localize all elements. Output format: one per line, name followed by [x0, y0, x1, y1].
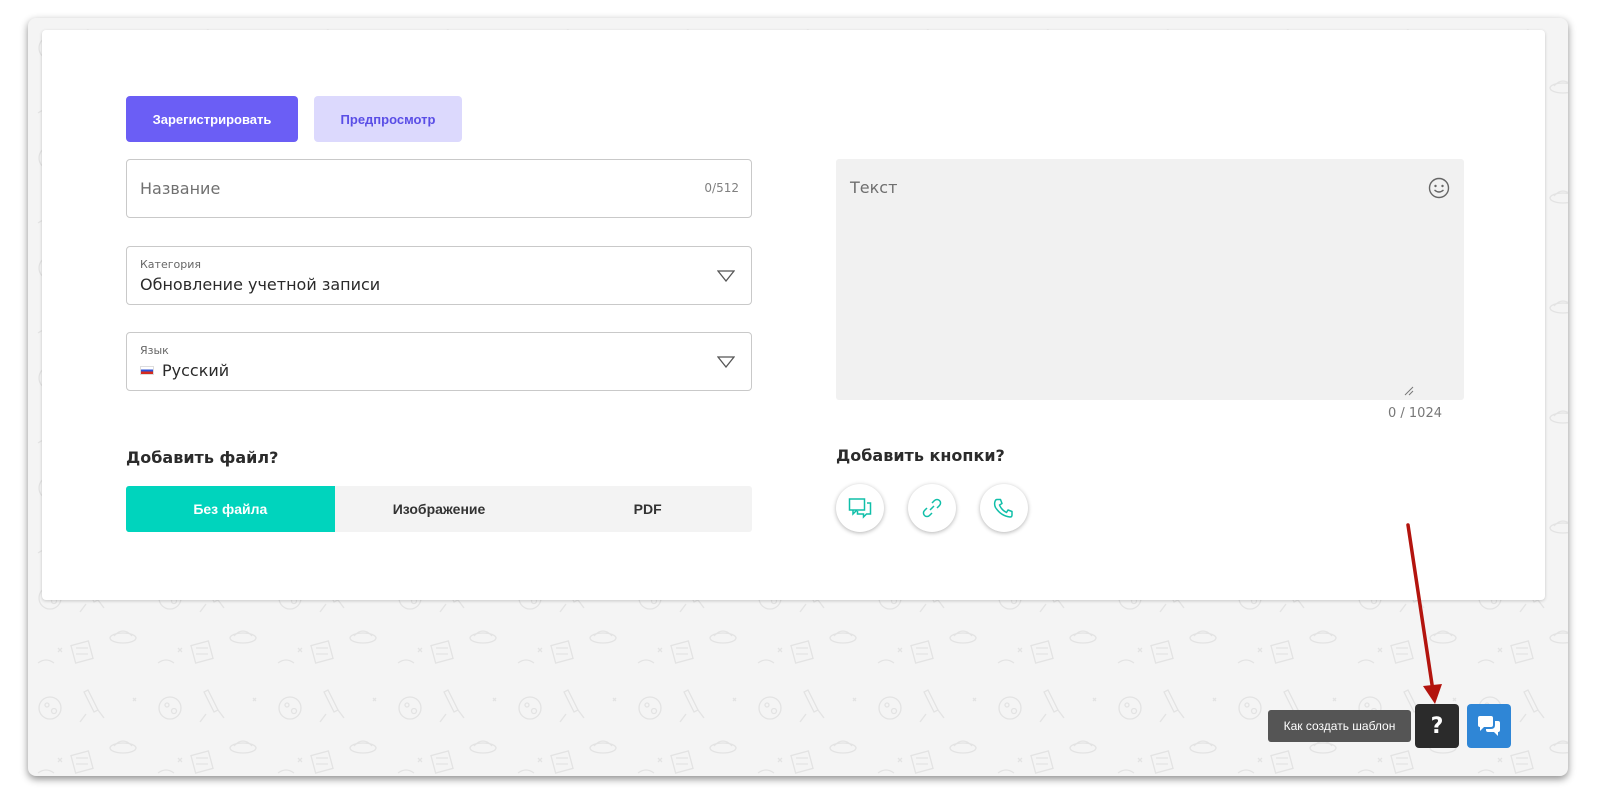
tab-pdf[interactable]: PDF — [543, 486, 752, 532]
tab-no-file[interactable]: Без файла — [126, 486, 335, 532]
help-tooltip: Как создать шаблон — [1268, 710, 1411, 742]
language-label: Язык — [140, 344, 169, 357]
text-placeholder: Текст — [850, 178, 898, 197]
add-reply-button[interactable] — [836, 484, 884, 532]
add-phone-button[interactable] — [980, 484, 1028, 532]
chevron-down-icon — [717, 356, 735, 368]
template-form-card: Зарегистрировать Предпросмотр Название 0… — [42, 30, 1545, 600]
text-textarea[interactable]: Текст — [836, 159, 1464, 400]
emoji-icon[interactable] — [1428, 177, 1450, 199]
language-select[interactable]: Язык Русский — [126, 332, 752, 391]
help-button[interactable]: ? — [1415, 704, 1459, 748]
language-value-wrap: Русский — [140, 361, 229, 380]
category-label: Категория — [140, 258, 201, 271]
chat-icon — [848, 498, 872, 519]
app-window: Зарегистрировать Предпросмотр Название 0… — [28, 18, 1568, 776]
add-link-button[interactable] — [908, 484, 956, 532]
resize-handle-icon[interactable] — [1404, 386, 1414, 396]
chat-bubbles-icon — [1478, 716, 1500, 736]
chevron-down-icon — [717, 270, 735, 282]
link-icon — [922, 498, 942, 518]
add-file-title: Добавить файл? — [126, 448, 279, 467]
name-counter: 0/512 — [704, 181, 739, 195]
file-type-tabs: Без файла Изображение PDF — [126, 486, 752, 532]
name-input[interactable]: Название 0/512 — [126, 159, 752, 218]
language-value: Русский — [162, 361, 230, 380]
preview-button[interactable]: Предпросмотр — [314, 96, 462, 142]
tab-image[interactable]: Изображение — [335, 486, 544, 532]
add-buttons-title: Добавить кнопки? — [836, 446, 1005, 465]
text-counter: 0 / 1024 — [1388, 406, 1442, 421]
name-placeholder: Название — [140, 179, 221, 198]
phone-icon — [993, 498, 1013, 518]
register-button[interactable]: Зарегистрировать — [126, 96, 298, 142]
annotation-arrow — [1406, 523, 1442, 704]
russia-flag-icon — [140, 366, 154, 375]
category-select[interactable]: Категория Обновление учетной записи — [126, 246, 752, 305]
chat-button[interactable] — [1467, 704, 1511, 748]
category-value: Обновление учетной записи — [140, 275, 381, 294]
